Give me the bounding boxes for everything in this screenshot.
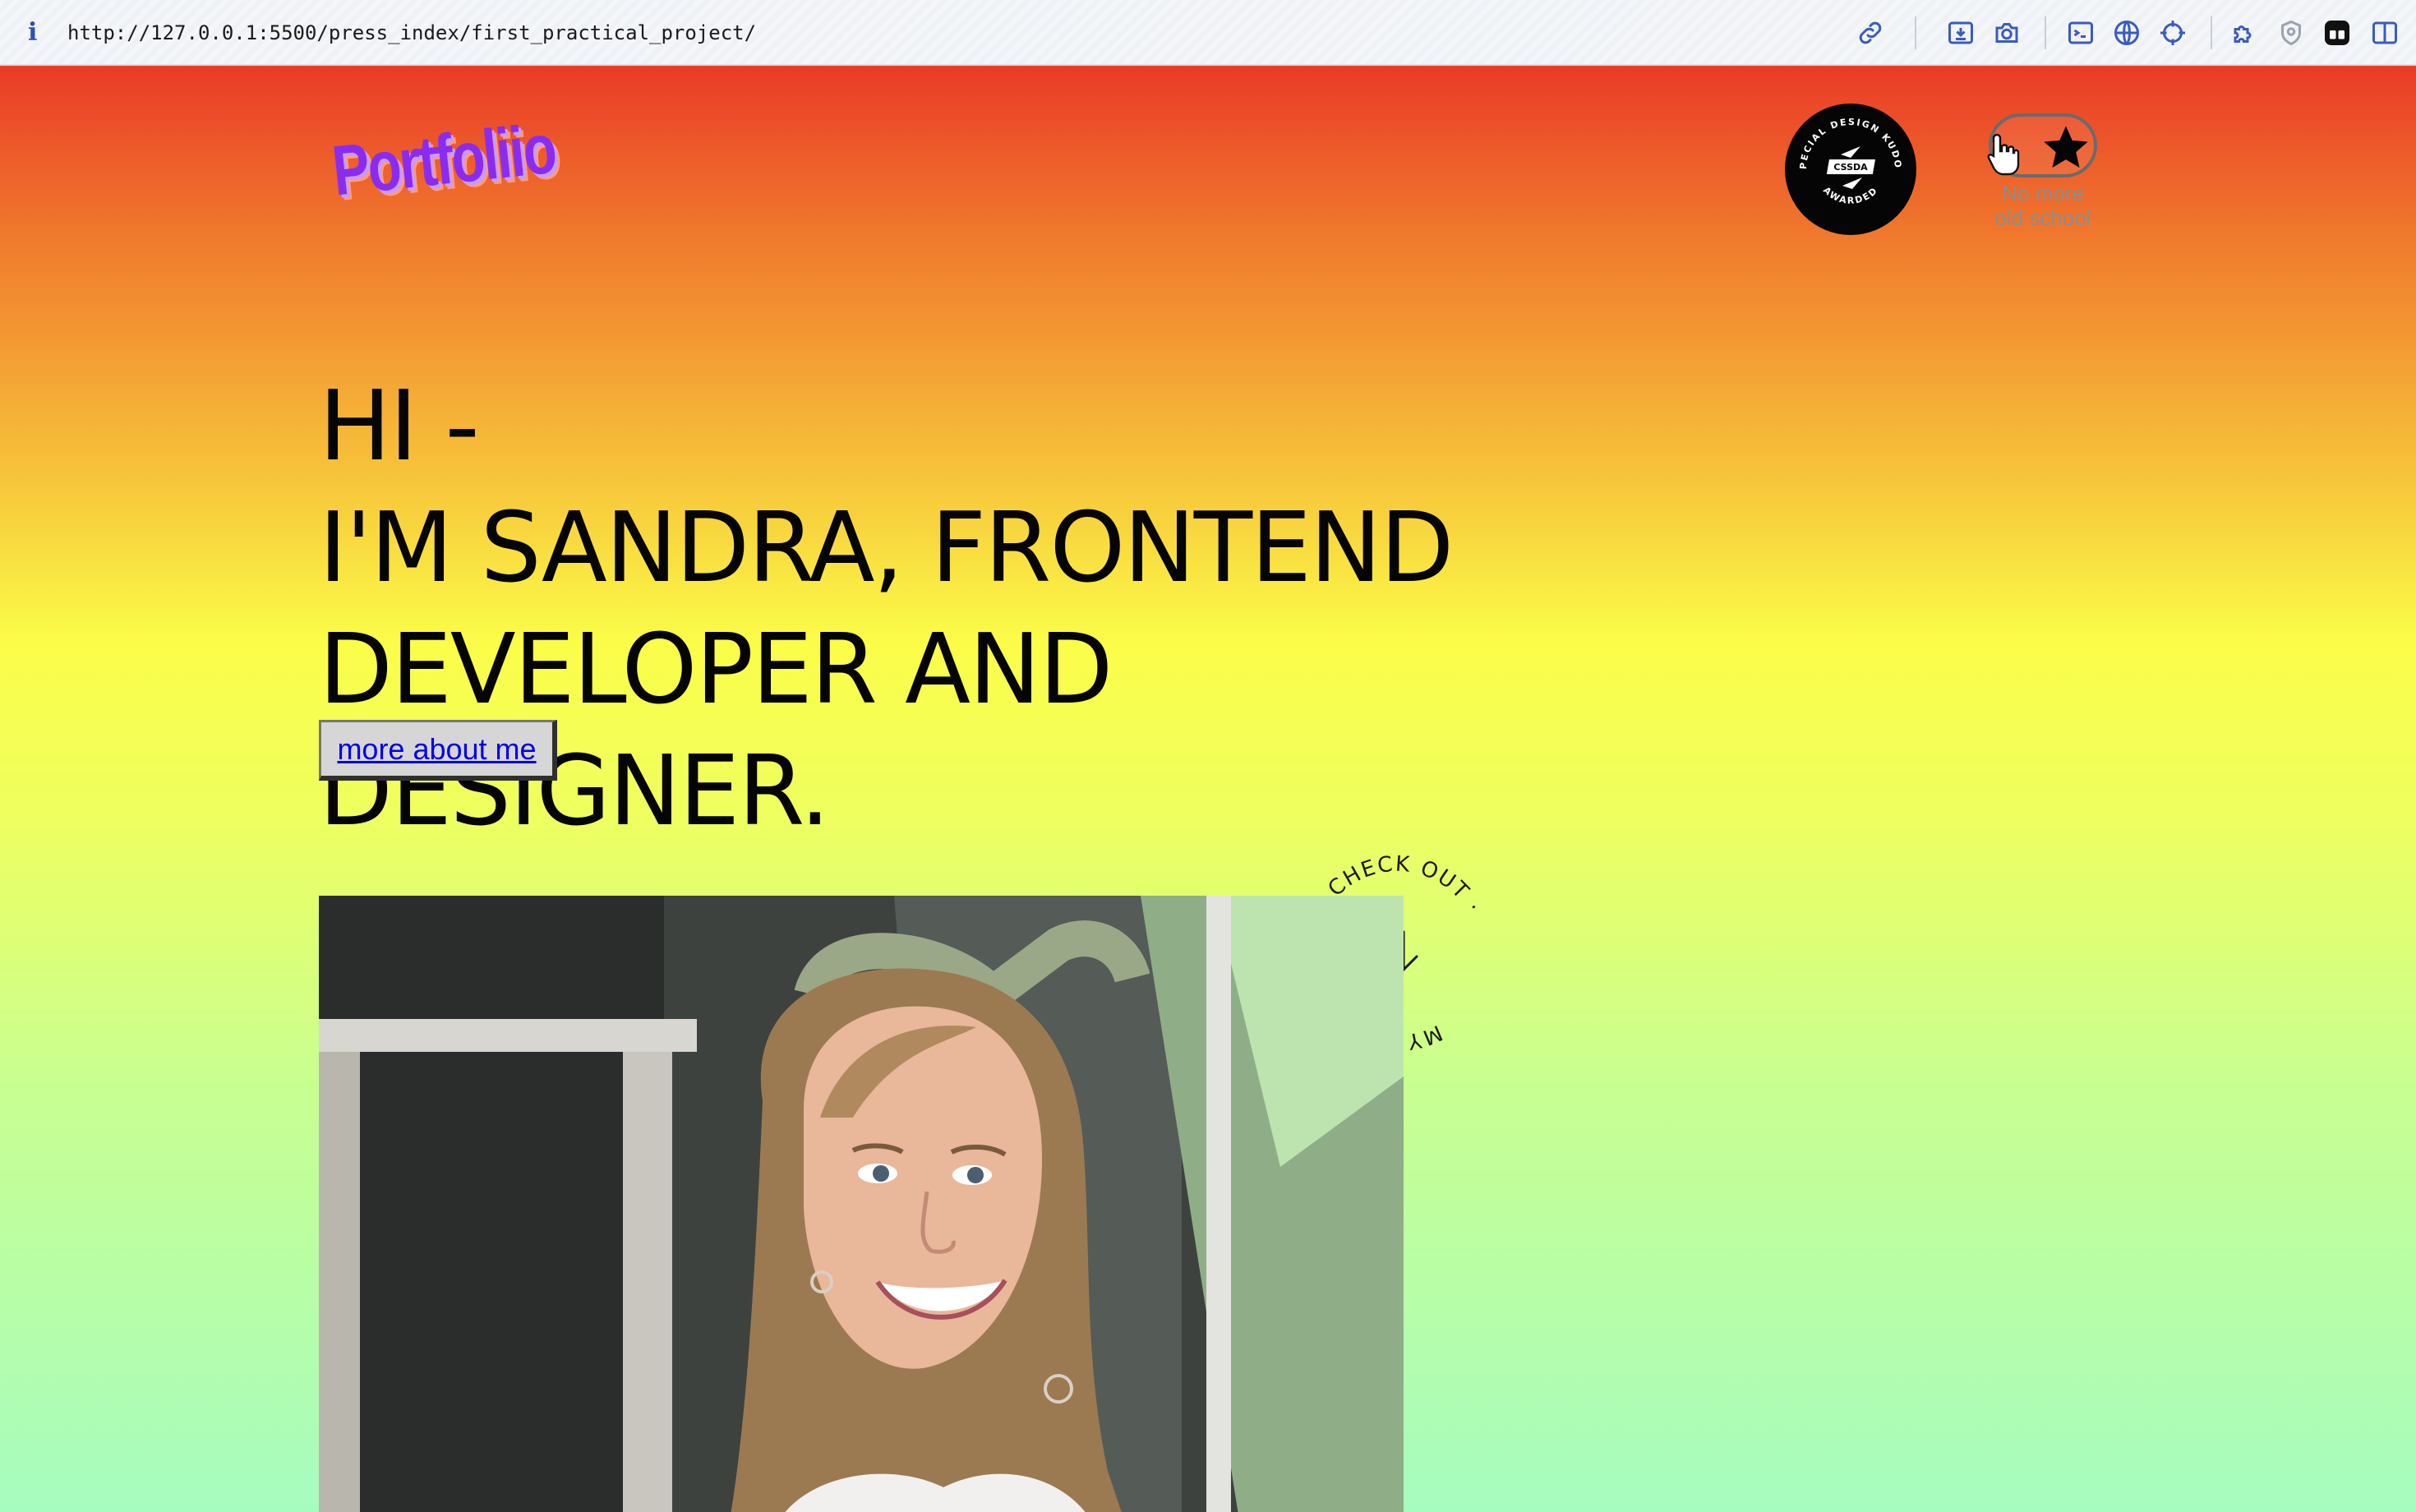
link-icon[interactable] xyxy=(1856,18,1885,48)
toggle-caption-line2: old school xyxy=(1994,205,2091,230)
toolbar-divider xyxy=(2045,16,2046,49)
terminal-icon[interactable] xyxy=(2066,18,2096,48)
hand-cursor-icon xyxy=(1987,131,2020,176)
star-icon xyxy=(2040,122,2092,174)
profile-photo xyxy=(319,896,1404,1512)
cssda-award-badge[interactable]: SPECIAL DESIGN KUDOS AWARDED CSSDA xyxy=(1781,95,1916,235)
toggle-caption-line1: No more xyxy=(2002,181,2084,205)
toggle-caption: No more old school xyxy=(1980,181,2105,230)
badge-center-text: CSSDA xyxy=(1833,162,1868,173)
browser-toolbar: i http://127.0.0.1:5500/press_index/firs… xyxy=(0,0,2416,66)
more-about-me-button[interactable]: more about me xyxy=(319,720,557,781)
toolbar-divider xyxy=(2211,16,2212,49)
address-bar[interactable]: http://127.0.0.1:5500/press_index/first_… xyxy=(67,20,756,46)
hero-line-1: HI - xyxy=(319,369,480,482)
puzzle-icon[interactable] xyxy=(2230,18,2260,48)
logo[interactable]: Portfoliio xyxy=(329,108,559,213)
sidebar-icon[interactable] xyxy=(2370,18,2400,48)
camera-icon[interactable] xyxy=(1992,18,2022,48)
shield-icon[interactable] xyxy=(2276,18,2306,48)
tab-icon[interactable] xyxy=(2322,18,2352,48)
hero-line-2: I'M SANDRA, FRONTEND xyxy=(319,491,1454,604)
download-icon[interactable] xyxy=(1946,18,1976,48)
crosshair-icon[interactable] xyxy=(2158,18,2188,48)
info-icon[interactable]: i xyxy=(28,18,44,48)
portfolio-page: Portfoliio SPECIAL DESIGN KUDOS AWARDED … xyxy=(0,66,2416,1512)
toolbar-divider xyxy=(1915,16,1916,49)
globe-icon[interactable] xyxy=(2112,18,2142,48)
